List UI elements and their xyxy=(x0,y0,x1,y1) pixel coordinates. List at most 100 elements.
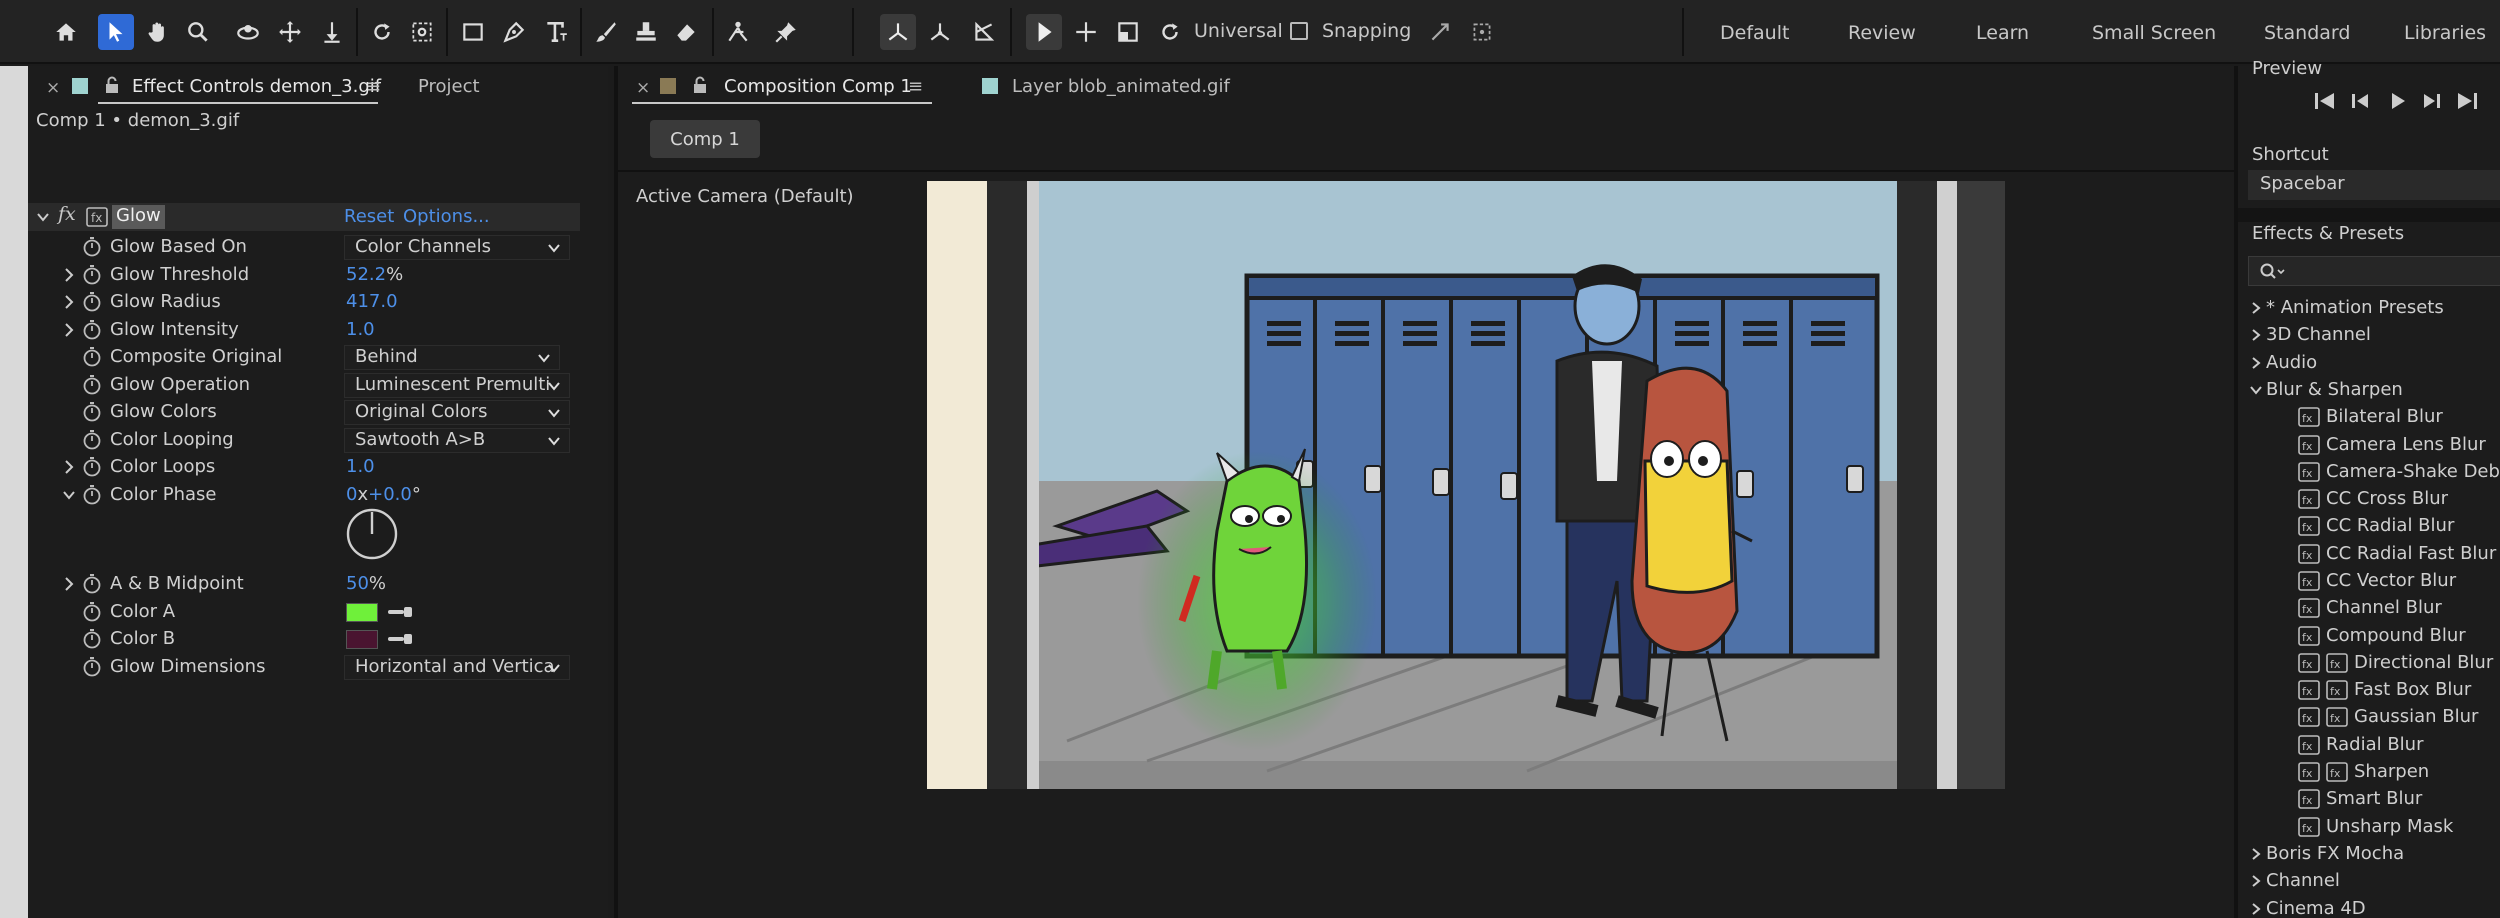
effects-search-input[interactable] xyxy=(2248,256,2500,286)
chevron-right-icon[interactable] xyxy=(62,292,76,312)
next-frame-icon[interactable] xyxy=(2418,90,2444,112)
effect-category[interactable]: Blur & Sharpen xyxy=(2238,377,2500,404)
snapping-checkbox[interactable] xyxy=(1290,22,1308,40)
project-tab[interactable]: Project xyxy=(418,76,480,97)
effect-item[interactable]: fx CC Cross Blur xyxy=(2238,486,2500,513)
param-number[interactable]: 1.0 xyxy=(346,319,375,340)
scale-gizmo-icon[interactable] xyxy=(1110,14,1146,50)
effect-controls-tab[interactable]: Effect Controls demon_3.gif xyxy=(132,76,381,97)
chevron-right-icon[interactable] xyxy=(2250,327,2262,343)
color-phase-dial[interactable] xyxy=(346,508,398,560)
snap-center-icon[interactable] xyxy=(1464,14,1500,50)
glow-effect-header[interactable]: fx fx Glow Reset Options... xyxy=(28,203,580,231)
close-tab-icon[interactable]: × xyxy=(636,78,650,98)
eyedropper-icon[interactable] xyxy=(386,602,416,622)
stopwatch-icon[interactable] xyxy=(82,456,102,478)
param-number[interactable]: 52.2 xyxy=(346,264,386,285)
close-tab-icon[interactable]: × xyxy=(46,78,60,98)
reset-link[interactable]: Reset xyxy=(344,206,394,227)
workspace-standard[interactable]: Standard xyxy=(2264,22,2350,44)
param-dropdown[interactable]: Luminescent Premulti xyxy=(344,373,570,398)
workspace-review[interactable]: Review xyxy=(1848,22,1916,44)
last-frame-icon[interactable] xyxy=(2454,90,2480,112)
anchor-point-tool-icon[interactable] xyxy=(404,14,440,50)
chevron-right-icon[interactable] xyxy=(2250,846,2262,862)
clone-stamp-tool-icon[interactable] xyxy=(628,14,664,50)
universal-tool-icon[interactable] xyxy=(1026,14,1062,50)
options-link[interactable]: Options... xyxy=(403,206,490,227)
comp-navigator-button[interactable]: Comp 1 xyxy=(650,120,760,158)
param-value[interactable]: 52.2% xyxy=(346,264,403,285)
type-tool-icon[interactable] xyxy=(538,14,574,50)
panel-menu-icon[interactable]: ≡ xyxy=(366,76,381,97)
chevron-right-icon[interactable] xyxy=(2250,355,2262,371)
param-dropdown[interactable]: Original Colors xyxy=(344,400,570,425)
rotation-tool-icon[interactable] xyxy=(364,14,400,50)
selection-tool-icon[interactable] xyxy=(98,14,134,50)
hand-tool-icon[interactable] xyxy=(140,14,176,50)
pen-tool-icon[interactable] xyxy=(496,14,532,50)
puppet-pin-tool-icon[interactable] xyxy=(768,14,804,50)
stopwatch-icon[interactable] xyxy=(82,346,102,368)
param-value[interactable]: 1.0 xyxy=(346,319,375,340)
world-axis-mode-icon[interactable] xyxy=(922,14,958,50)
stopwatch-icon[interactable] xyxy=(82,484,102,506)
chevron-right-icon[interactable] xyxy=(2250,873,2262,889)
effect-category[interactable]: Audio xyxy=(2238,350,2500,377)
composition-viewer[interactable] xyxy=(927,181,2005,789)
view-axis-mode-icon[interactable] xyxy=(966,14,1002,50)
previous-frame-icon[interactable] xyxy=(2348,90,2374,112)
stopwatch-icon[interactable] xyxy=(82,374,102,396)
effect-item[interactable]: fx fx Gaussian Blur xyxy=(2238,704,2500,731)
stopwatch-icon[interactable] xyxy=(82,236,102,258)
roto-brush-tool-icon[interactable] xyxy=(720,14,756,50)
workspace-libraries[interactable]: Libraries xyxy=(2404,22,2486,44)
color-swatch[interactable] xyxy=(346,603,378,622)
fx-toggle-icon[interactable]: fx xyxy=(58,203,76,225)
effect-category[interactable]: 3D Channel xyxy=(2238,322,2500,349)
param-value[interactable]: 0x+0.0° xyxy=(346,484,421,505)
chevron-right-icon[interactable] xyxy=(62,265,76,285)
effect-item[interactable]: fx CC Radial Blur xyxy=(2238,513,2500,540)
effect-category[interactable]: Boris FX Mocha xyxy=(2238,841,2500,868)
param-value[interactable]: 417.0 xyxy=(346,291,398,312)
chevron-down-icon[interactable] xyxy=(36,207,50,227)
color-swatch[interactable] xyxy=(346,630,378,649)
chevron-right-icon[interactable] xyxy=(62,574,76,594)
workspace-default[interactable]: Default xyxy=(1720,22,1789,44)
effect-item[interactable]: fx fx Directional Blur xyxy=(2238,650,2500,677)
effect-item[interactable]: fx Compound Blur xyxy=(2238,623,2500,650)
param-number[interactable]: 50 xyxy=(346,573,369,594)
shortcut-dropdown[interactable]: Spacebar xyxy=(2248,170,2500,200)
effect-item[interactable]: fx fx Sharpen xyxy=(2238,759,2500,786)
lock-icon[interactable] xyxy=(104,76,120,94)
effect-item[interactable]: fx fx Fast Box Blur xyxy=(2238,677,2500,704)
effect-item[interactable]: fx Bilateral Blur xyxy=(2238,404,2500,431)
effect-item[interactable]: fx CC Radial Fast Blur xyxy=(2238,541,2500,568)
phase-revolutions[interactable]: 0 xyxy=(346,484,357,505)
zoom-tool-icon[interactable] xyxy=(180,14,216,50)
stopwatch-icon[interactable] xyxy=(82,319,102,341)
effect-item[interactable]: fx CC Vector Blur xyxy=(2238,568,2500,595)
chevron-right-icon[interactable] xyxy=(2250,901,2262,917)
effect-item[interactable]: fx Radial Blur xyxy=(2238,732,2500,759)
effect-item[interactable]: fx Smart Blur xyxy=(2238,786,2500,813)
phase-degrees[interactable]: +0.0 xyxy=(368,484,412,505)
effect-category[interactable]: Cinema 4D xyxy=(2238,896,2500,918)
snap-edge-icon[interactable] xyxy=(1422,14,1458,50)
lock-icon[interactable] xyxy=(692,76,708,94)
first-frame-icon[interactable] xyxy=(2312,90,2338,112)
stopwatch-icon[interactable] xyxy=(82,573,102,595)
chevron-right-icon[interactable] xyxy=(62,320,76,340)
layer-tab[interactable]: Layer blob_animated.gif xyxy=(1012,76,1230,97)
panel-menu-icon[interactable]: ≡ xyxy=(908,76,923,97)
composition-tab[interactable]: Composition Comp 1 xyxy=(724,76,912,97)
dolly-camera-icon[interactable] xyxy=(314,14,350,50)
effect-category[interactable]: * Animation Presets xyxy=(2238,295,2500,322)
orbit-camera-icon[interactable] xyxy=(230,14,266,50)
effect-category[interactable]: Channel xyxy=(2238,868,2500,895)
play-icon[interactable] xyxy=(2384,90,2410,112)
param-number[interactable]: 1.0 xyxy=(346,456,375,477)
brush-tool-icon[interactable] xyxy=(588,14,624,50)
stopwatch-icon[interactable] xyxy=(82,601,102,623)
